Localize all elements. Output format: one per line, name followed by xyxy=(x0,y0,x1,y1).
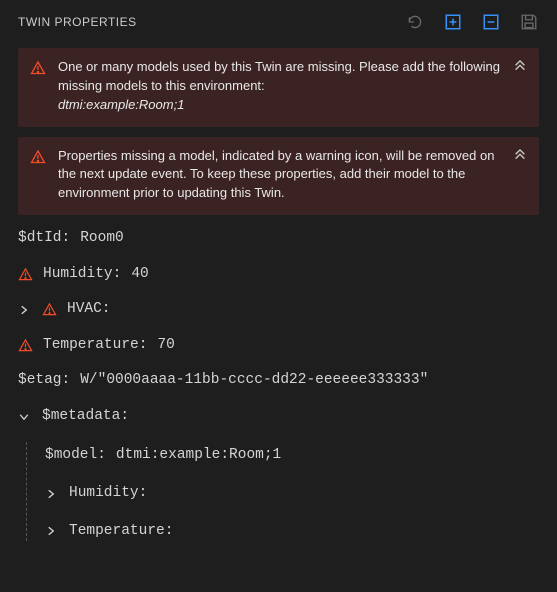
undo-icon[interactable] xyxy=(405,12,425,32)
property-key: $model: xyxy=(45,446,106,466)
collapse-icon[interactable] xyxy=(481,12,501,32)
property-value: 70 xyxy=(157,336,174,356)
property-key: Temperature: xyxy=(69,522,173,542)
alert-missing-model-id: dtmi:example:Room;1 xyxy=(58,97,184,112)
warning-icon xyxy=(30,60,46,76)
collapse-alert-icon[interactable] xyxy=(513,149,527,163)
property-key: $metadata: xyxy=(42,407,129,427)
property-meta-humidity[interactable]: Humidity: xyxy=(45,484,539,504)
collapse-alert-icon[interactable] xyxy=(513,60,527,74)
alert-text: One or many models used by this Twin are… xyxy=(58,58,501,115)
panel-header: TWIN PROPERTIES xyxy=(0,0,557,44)
chevron-right-icon[interactable] xyxy=(45,525,59,537)
property-key: Humidity: xyxy=(69,484,147,504)
warning-icon xyxy=(18,338,33,353)
property-key: Humidity: xyxy=(43,265,121,285)
alert-missing-models: One or many models used by this Twin are… xyxy=(18,48,539,127)
warning-icon xyxy=(18,267,33,282)
alert-message: One or many models used by this Twin are… xyxy=(58,59,500,93)
panel-title: TWIN PROPERTIES xyxy=(18,15,137,29)
property-key: Temperature: xyxy=(43,336,147,356)
alert-text: Properties missing a model, indicated by… xyxy=(58,147,501,204)
property-value: 40 xyxy=(131,265,148,285)
metadata-children: $model: dtmi:example:Room;1 Humidity: Te xyxy=(26,442,539,541)
property-key: HVAC: xyxy=(67,300,111,320)
property-key: $etag: xyxy=(18,371,70,391)
toolbar xyxy=(405,12,539,32)
property-humidity[interactable]: Humidity: 40 xyxy=(18,265,539,285)
properties-tree: $dtId: Room0 Humidity: 40 xyxy=(18,229,539,541)
chevron-down-icon[interactable] xyxy=(18,411,32,423)
chevron-right-icon[interactable] xyxy=(45,488,59,500)
property-temperature[interactable]: Temperature: 70 xyxy=(18,336,539,356)
warning-icon xyxy=(30,149,46,165)
chevron-right-icon[interactable] xyxy=(18,304,32,316)
property-meta-temperature[interactable]: Temperature: xyxy=(45,522,539,542)
panel-content: One or many models used by this Twin are… xyxy=(0,44,557,577)
save-icon[interactable] xyxy=(519,12,539,32)
property-value: Room0 xyxy=(80,229,124,249)
expand-icon[interactable] xyxy=(443,12,463,32)
property-dtid[interactable]: $dtId: Room0 xyxy=(18,229,539,249)
warning-icon xyxy=(42,302,57,317)
property-value: dtmi:example:Room;1 xyxy=(116,446,281,466)
alert-message: Properties missing a model, indicated by… xyxy=(58,148,494,201)
property-model[interactable]: $model: dtmi:example:Room;1 xyxy=(45,446,539,466)
property-metadata[interactable]: $metadata: xyxy=(18,407,539,427)
property-value: W/"0000aaaa-11bb-cccc-dd22-eeeeee333333" xyxy=(80,371,428,391)
alert-missing-properties: Properties missing a model, indicated by… xyxy=(18,137,539,216)
property-hvac[interactable]: HVAC: xyxy=(18,300,539,320)
property-etag[interactable]: $etag: W/"0000aaaa-11bb-cccc-dd22-eeeeee… xyxy=(18,371,539,391)
property-key: $dtId: xyxy=(18,229,70,249)
